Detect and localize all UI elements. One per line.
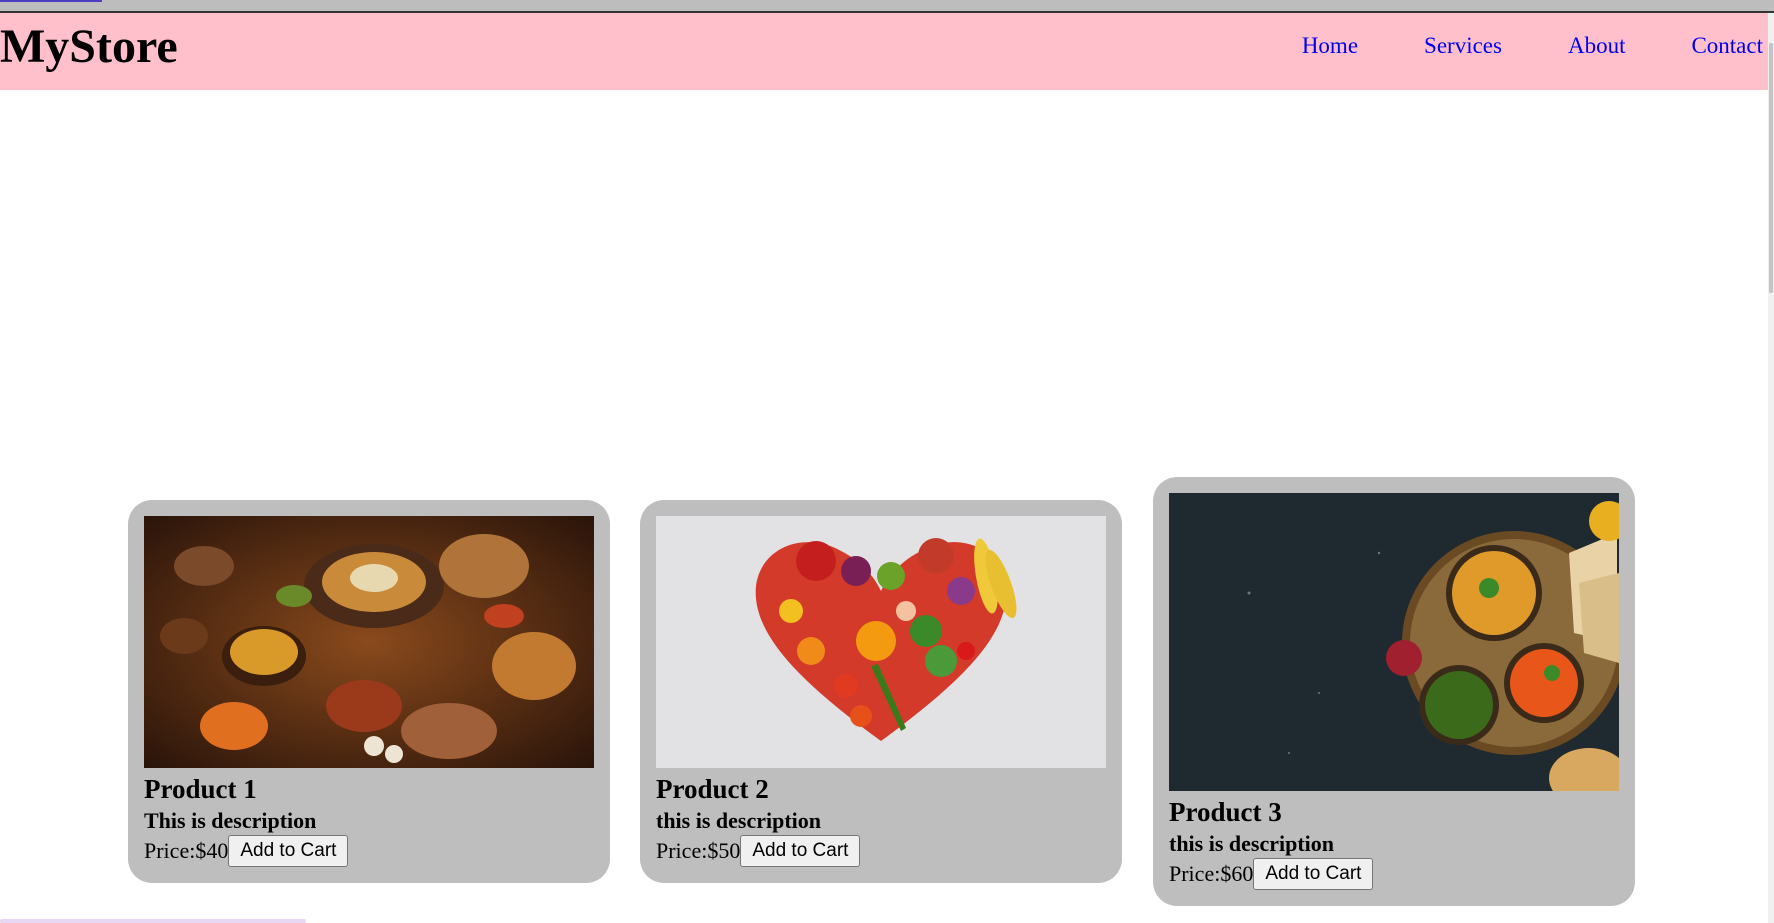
price-row: Price:$60 Add to Cart — [1169, 857, 1619, 890]
nav-about-link[interactable]: About — [1568, 33, 1626, 59]
product-price: Price:$50 — [656, 837, 741, 863]
main-nav: Home Services About Contact — [1302, 33, 1763, 59]
navbar: MyStore Home Services About Contact — [0, 13, 1768, 90]
nav-contact-link[interactable]: Contact — [1691, 33, 1763, 59]
nav-home-link[interactable]: Home — [1302, 33, 1358, 59]
vegetable-heart-image — [656, 516, 1106, 768]
browser-top-strip — [0, 0, 1774, 13]
product-card-2: Product 2 this is description Price:$50 … — [640, 500, 1122, 883]
price-row: Price:$50 Add to Cart — [656, 834, 1106, 867]
vertical-scrollbar[interactable] — [1768, 13, 1774, 923]
product-card-1: Product 1 This is description Price:$40 … — [128, 500, 610, 883]
add-to-cart-button[interactable]: Add to Cart — [228, 834, 349, 867]
product-price: Price:$60 — [1169, 860, 1254, 886]
add-to-cart-button[interactable]: Add to Cart — [1253, 857, 1374, 890]
food-spread-image — [144, 516, 594, 768]
product-title: Product 3 — [1169, 797, 1282, 827]
product-card-3: Product 3 this is description Price:$60 … — [1153, 477, 1635, 906]
bottom-edge-bar — [0, 919, 306, 923]
site-logo[interactable]: MyStore — [0, 20, 178, 74]
curry-platter-image — [1169, 493, 1619, 791]
product-price: Price:$40 — [144, 837, 229, 863]
nav-services-link[interactable]: Services — [1424, 33, 1502, 59]
add-to-cart-button[interactable]: Add to Cart — [740, 834, 861, 867]
product-title: Product 2 — [656, 774, 769, 804]
tab-indicator — [0, 0, 102, 2]
product-title: Product 1 — [144, 774, 257, 804]
product-description: This is description — [144, 807, 317, 833]
product-description: this is description — [656, 807, 822, 833]
scrollbar-thumb[interactable] — [1769, 43, 1773, 293]
price-row: Price:$40 Add to Cart — [144, 834, 594, 867]
product-description: this is description — [1169, 830, 1335, 856]
